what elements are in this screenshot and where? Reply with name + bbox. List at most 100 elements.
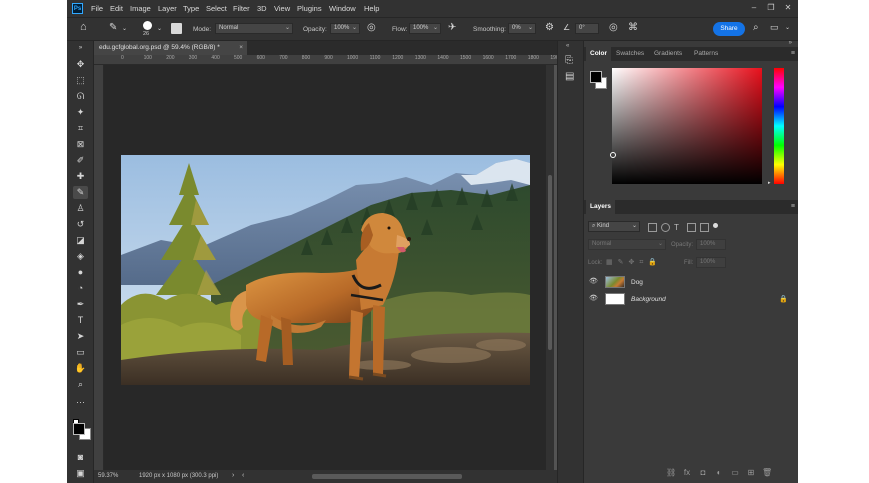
- menu-image[interactable]: Image: [130, 4, 151, 13]
- search-icon[interactable]: ⌕: [753, 22, 759, 33]
- layer-opacity-field[interactable]: 100%: [696, 239, 726, 250]
- fill-field[interactable]: 100%: [696, 257, 726, 268]
- horizontal-scrollbar-thumb[interactable]: [312, 474, 462, 479]
- comments-panel-icon[interactable]: ▤: [565, 71, 574, 82]
- chevron-down-icon[interactable]: ⌄: [122, 25, 127, 32]
- quick-mask-icon[interactable]: ◙: [73, 451, 88, 464]
- opacity-field[interactable]: 100% ⌄: [330, 23, 360, 34]
- menu-plugins[interactable]: Plugins: [297, 4, 322, 13]
- gear-icon[interactable]: ⚙: [545, 22, 554, 33]
- foreground-color-swatch[interactable]: [73, 423, 85, 435]
- frame-tool-icon[interactable]: ⊠: [73, 138, 88, 151]
- tab-patterns[interactable]: Patterns: [694, 47, 718, 61]
- zoom-level[interactable]: 59.37%: [98, 473, 118, 479]
- marquee-tool-icon[interactable]: ⬚: [73, 74, 88, 87]
- rectangle-tool-icon[interactable]: ▭: [73, 346, 88, 359]
- layer-row-background[interactable]: 👁 Background 🔒: [584, 291, 798, 308]
- brush-tool-icon[interactable]: ✎: [73, 186, 88, 199]
- menu-layer[interactable]: Layer: [158, 4, 177, 13]
- pixel-filter-icon[interactable]: [648, 223, 657, 232]
- more-tools-icon[interactable]: ···: [73, 396, 88, 409]
- visibility-eye-icon[interactable]: 👁: [589, 278, 598, 286]
- smart-object-filter-icon[interactable]: [700, 223, 709, 232]
- menu-3d[interactable]: 3D: [257, 4, 267, 13]
- angle-field[interactable]: 0°: [575, 23, 599, 34]
- chevron-right-icon[interactable]: ›: [232, 472, 234, 479]
- restore-icon[interactable]: ❐: [764, 2, 778, 14]
- smoothing-field[interactable]: 0% ⌄: [508, 23, 536, 34]
- close-icon[interactable]: ✕: [781, 2, 795, 14]
- chevron-down-icon[interactable]: ⌄: [785, 24, 790, 31]
- menu-type[interactable]: Type: [183, 4, 199, 13]
- pressure-size-icon[interactable]: ◎: [609, 22, 618, 33]
- lock-icon[interactable]: 🔒: [779, 295, 788, 303]
- magic-wand-tool-icon[interactable]: ✦: [73, 106, 88, 119]
- vertical-scrollbar[interactable]: [546, 65, 554, 470]
- hue-slider[interactable]: [774, 68, 784, 184]
- history-panel-icon[interactable]: ⎘: [565, 55, 573, 66]
- blend-mode-select[interactable]: Normal ⌄: [588, 239, 666, 250]
- blur-tool-icon[interactable]: ●: [73, 266, 88, 279]
- filter-toggle-icon[interactable]: [713, 223, 718, 228]
- new-layer-icon[interactable]: ⊞: [746, 468, 756, 478]
- type-tool-icon[interactable]: T: [73, 314, 88, 327]
- zoom-tool-icon[interactable]: ⌕: [73, 378, 88, 391]
- tab-gradients[interactable]: Gradients: [654, 47, 682, 61]
- menu-edit[interactable]: Edit: [110, 4, 123, 13]
- move-tool-icon[interactable]: ✥: [73, 58, 88, 71]
- paint-bucket-tool-icon[interactable]: ◈: [73, 250, 88, 263]
- minimize-icon[interactable]: –: [747, 2, 761, 14]
- link-layers-icon[interactable]: ⛓: [666, 468, 676, 478]
- history-brush-tool-icon[interactable]: ↺: [73, 218, 88, 231]
- lasso-tool-icon[interactable]: ᘏ: [73, 90, 88, 103]
- brush-size-icon[interactable]: [143, 21, 152, 30]
- menu-help[interactable]: Help: [364, 4, 379, 13]
- shape-filter-icon[interactable]: [687, 223, 696, 232]
- hue-slider-handle[interactable]: ▸: [768, 180, 771, 186]
- collapse-panels-icon[interactable]: »: [789, 40, 792, 46]
- menu-view[interactable]: View: [274, 4, 290, 13]
- flow-field[interactable]: 100% ⌄: [409, 23, 441, 34]
- airbrush-icon[interactable]: ✈: [448, 22, 456, 33]
- menu-file[interactable]: File: [91, 4, 103, 13]
- type-filter-icon[interactable]: T: [674, 223, 683, 232]
- layer-style-icon[interactable]: fx: [682, 468, 692, 478]
- brush-settings-icon[interactable]: [171, 23, 182, 34]
- brush-tool-preset-icon[interactable]: ✎: [109, 22, 117, 33]
- collapse-toolbar-icon[interactable]: »: [73, 42, 88, 55]
- add-mask-icon[interactable]: ◘: [698, 468, 708, 478]
- adjustment-layer-icon[interactable]: ◐: [714, 468, 724, 478]
- expand-dock-icon[interactable]: «: [566, 43, 569, 49]
- workspace-icon[interactable]: ▭: [770, 22, 779, 33]
- lock-icons[interactable]: ▦✎✥⌗🔒: [606, 258, 662, 267]
- tab-layers[interactable]: Layers: [586, 200, 615, 214]
- eyedropper-tool-icon[interactable]: ✐: [73, 154, 88, 167]
- screen-mode-icon[interactable]: ▣: [73, 467, 88, 480]
- color-picker-field[interactable]: [612, 68, 762, 184]
- document-image[interactable]: [121, 155, 530, 385]
- layer-filter-select[interactable]: ⌕ Kind ⌄: [588, 221, 640, 232]
- new-group-icon[interactable]: ▭: [730, 468, 740, 478]
- crop-tool-icon[interactable]: ⌗: [73, 122, 88, 135]
- dodge-tool-icon[interactable]: ◔: [73, 282, 88, 295]
- hand-tool-icon[interactable]: ✋: [73, 362, 88, 375]
- pressure-opacity-icon[interactable]: ◎: [367, 22, 376, 33]
- color-picker-cursor[interactable]: [610, 152, 616, 158]
- close-tab-icon[interactable]: ×: [239, 41, 243, 55]
- panel-menu-icon[interactable]: ≡: [791, 203, 795, 210]
- tab-color[interactable]: Color: [586, 47, 611, 61]
- menu-select[interactable]: Select: [206, 4, 227, 13]
- menu-window[interactable]: Window: [329, 4, 356, 13]
- layer-row-dog[interactable]: 👁 Dog: [584, 274, 798, 291]
- document-tab[interactable]: edu.gcfglobal.org.psd @ 59.4% (RGB/8) * …: [94, 41, 247, 55]
- healing-brush-tool-icon[interactable]: ✚: [73, 170, 88, 183]
- foreground-color-swatch[interactable]: [590, 71, 602, 83]
- path-selection-tool-icon[interactable]: ➤: [73, 330, 88, 343]
- scrollbar-thumb[interactable]: [548, 175, 552, 350]
- tab-swatches[interactable]: Swatches: [616, 47, 644, 61]
- home-icon[interactable]: ⌂: [80, 21, 87, 33]
- chevron-down-icon[interactable]: ⌄: [157, 25, 162, 32]
- panel-menu-icon[interactable]: ≡: [791, 50, 795, 57]
- mode-select[interactable]: Normal ⌄: [215, 23, 293, 34]
- menu-filter[interactable]: Filter: [233, 4, 250, 13]
